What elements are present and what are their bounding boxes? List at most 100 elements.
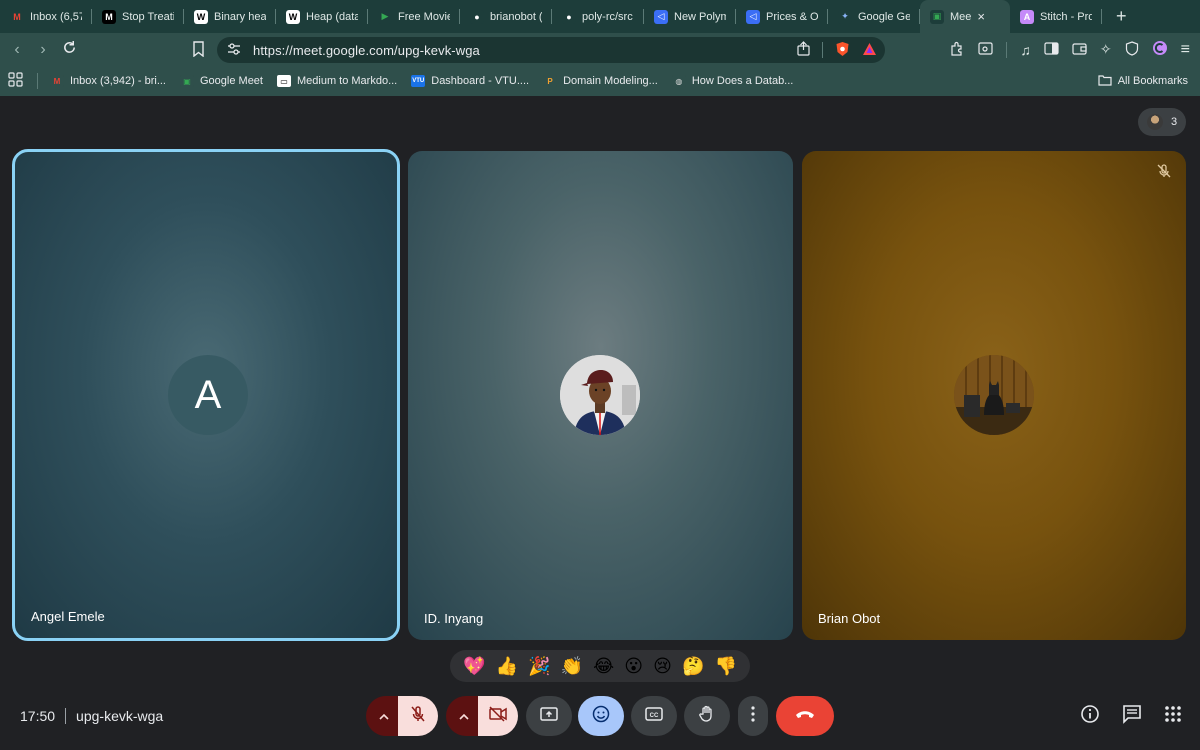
- meeting-code: upg-kevk-wga: [76, 708, 164, 724]
- back-icon[interactable]: ‹: [4, 41, 30, 59]
- tab-label: brianobot (: [490, 10, 542, 23]
- browser-tab[interactable]: ▶ Free Movie: [368, 0, 460, 33]
- bookmark-item[interactable]: ▣ Google Meet: [180, 75, 263, 87]
- browser-tab[interactable]: ◁ Prices & Or: [736, 0, 828, 33]
- raise-hand-button[interactable]: [684, 696, 730, 736]
- bookmark-icon[interactable]: [192, 41, 205, 62]
- reaction-emoji-button[interactable]: 🎉: [528, 656, 550, 677]
- bookmark-item[interactable]: ◍ How Does a Datab...: [671, 75, 794, 87]
- meeting-details-button[interactable]: [1080, 704, 1100, 729]
- bookmark-item[interactable]: VTU Dashboard - VTU....: [411, 75, 529, 87]
- tab-favicon-icon: ▶: [378, 9, 392, 24]
- captions-button[interactable]: CC: [631, 696, 677, 736]
- chevron-up-icon: [459, 707, 469, 725]
- tab-favicon-icon: ▣: [930, 9, 944, 24]
- participant-count: 3: [1170, 116, 1178, 128]
- reaction-emoji-button[interactable]: 😂: [593, 656, 614, 677]
- bookmark-favicon-icon: ◍: [671, 75, 686, 87]
- share-icon[interactable]: [797, 41, 810, 59]
- profile-icon[interactable]: [1152, 40, 1168, 59]
- bookmark-favicon-icon: P: [543, 75, 558, 87]
- leo-ai-icon[interactable]: ✧: [1100, 41, 1112, 58]
- tab-favicon-icon: ●: [470, 9, 484, 24]
- search-tab-icon[interactable]: [978, 41, 994, 59]
- bookmark-favicon-icon: ▣: [180, 75, 194, 87]
- bookmark-favicon-icon: ▭: [276, 75, 291, 87]
- chevron-up-icon: [379, 707, 389, 725]
- music-icon[interactable]: ♫: [1020, 42, 1031, 58]
- participant-tile-angel[interactable]: A Angel Emele: [12, 149, 400, 641]
- tab-label: Mee: [950, 10, 972, 23]
- video-options-button[interactable]: [446, 696, 482, 736]
- chat-button[interactable]: [1122, 704, 1142, 729]
- participant-name: ID. Inyang: [424, 611, 484, 626]
- forward-icon[interactable]: ›: [30, 41, 56, 59]
- leave-call-button[interactable]: [776, 696, 834, 736]
- more-options-button[interactable]: [738, 696, 768, 736]
- reaction-emoji-button[interactable]: 👎: [714, 656, 736, 677]
- browser-tab[interactable]: W Heap (data: [276, 0, 368, 33]
- participant-tile-brian[interactable]: Brian Obot: [802, 151, 1186, 640]
- reaction-emoji-button[interactable]: 👍: [496, 656, 518, 677]
- folder-icon: [1098, 74, 1112, 89]
- bookmark-label: How Does a Datab...: [691, 75, 794, 87]
- participant-tile-inyang[interactable]: ID. Inyang: [408, 151, 793, 640]
- tab-close-icon[interactable]: ×: [977, 9, 985, 24]
- browser-tab[interactable]: ◁ New Polym: [644, 0, 736, 33]
- tab-favicon-icon: M: [10, 9, 24, 24]
- site-settings-icon[interactable]: [227, 42, 241, 58]
- vpn-shield-icon[interactable]: [1125, 40, 1139, 59]
- reaction-emoji-button[interactable]: 💖: [463, 656, 485, 677]
- browser-tab[interactable]: ● poly-rc/src: [552, 0, 644, 33]
- send-reaction-button[interactable]: [578, 696, 624, 736]
- avatar-letter: A: [168, 355, 248, 435]
- closed-captions-icon: CC: [645, 706, 663, 726]
- browser-tab[interactable]: M Stop Treati: [92, 0, 184, 33]
- tab-favicon-icon: ✦: [838, 9, 852, 24]
- bookmark-item[interactable]: M Inbox (3,942) - bri...: [50, 75, 166, 87]
- tab-favicon-icon: M: [102, 9, 116, 24]
- browser-tab[interactable]: ● brianobot (: [460, 0, 552, 33]
- reaction-emoji-button[interactable]: 😮: [624, 656, 643, 677]
- extensions-icon[interactable]: [950, 41, 965, 59]
- wallet-icon[interactable]: [1072, 42, 1087, 58]
- audio-options-button[interactable]: [366, 696, 402, 736]
- avatar: [560, 355, 640, 435]
- sidebar-icon[interactable]: [1044, 41, 1059, 58]
- reaction-emoji-button[interactable]: 😢: [653, 656, 672, 677]
- participant-name: Brian Obot: [818, 611, 881, 626]
- browser-tab-active[interactable]: ▣ Mee ×: [920, 0, 1010, 33]
- participants-chip[interactable]: 3: [1138, 108, 1186, 136]
- browser-tab[interactable]: M Inbox (6,57: [0, 0, 92, 33]
- new-tab-icon[interactable]: +: [1116, 6, 1127, 27]
- present-icon: [540, 706, 558, 727]
- mic-muted-icon: [1156, 163, 1172, 179]
- more-vert-icon: [751, 705, 755, 727]
- present-screen-button[interactable]: [526, 696, 572, 736]
- bookmark-item[interactable]: P Domain Modeling...: [543, 75, 658, 87]
- end-call-icon: [794, 707, 816, 725]
- browser-tab[interactable]: A Stitch - Pro: [1010, 0, 1102, 33]
- reaction-emoji-button[interactable]: 🤔: [682, 656, 704, 677]
- activities-button[interactable]: [1164, 705, 1182, 728]
- browser-toolbar: ‹ › https://meet.google.com/upg-kevk-wga: [0, 33, 1200, 66]
- participant-avatar-mini: [1146, 114, 1163, 130]
- apps-grid-icon[interactable]: [8, 72, 23, 90]
- all-bookmarks-folder[interactable]: All Bookmarks: [1098, 74, 1188, 89]
- camera-toggle-button[interactable]: [478, 696, 518, 736]
- brave-rewards-icon[interactable]: [862, 42, 877, 59]
- reload-icon[interactable]: [56, 40, 82, 60]
- bookmark-item[interactable]: ▭ Medium to Markdo...: [276, 75, 397, 87]
- address-bar[interactable]: https://meet.google.com/upg-kevk-wga: [217, 37, 885, 63]
- menu-icon[interactable]: ≡: [1181, 41, 1190, 59]
- brave-shield-icon[interactable]: [835, 41, 850, 60]
- meeting-time: 17:50: [20, 708, 56, 724]
- svg-text:CC: CC: [650, 713, 659, 719]
- participant-name: Angel Emele: [31, 609, 105, 624]
- tab-label: Binary heap: [214, 10, 266, 23]
- microphone-toggle-button[interactable]: [398, 696, 438, 736]
- browser-tab[interactable]: ✦ Google Ger: [828, 0, 920, 33]
- browser-tab[interactable]: W Binary heap: [184, 0, 276, 33]
- camera-off-icon: [488, 705, 508, 727]
- reaction-emoji-button[interactable]: 👏: [561, 656, 583, 677]
